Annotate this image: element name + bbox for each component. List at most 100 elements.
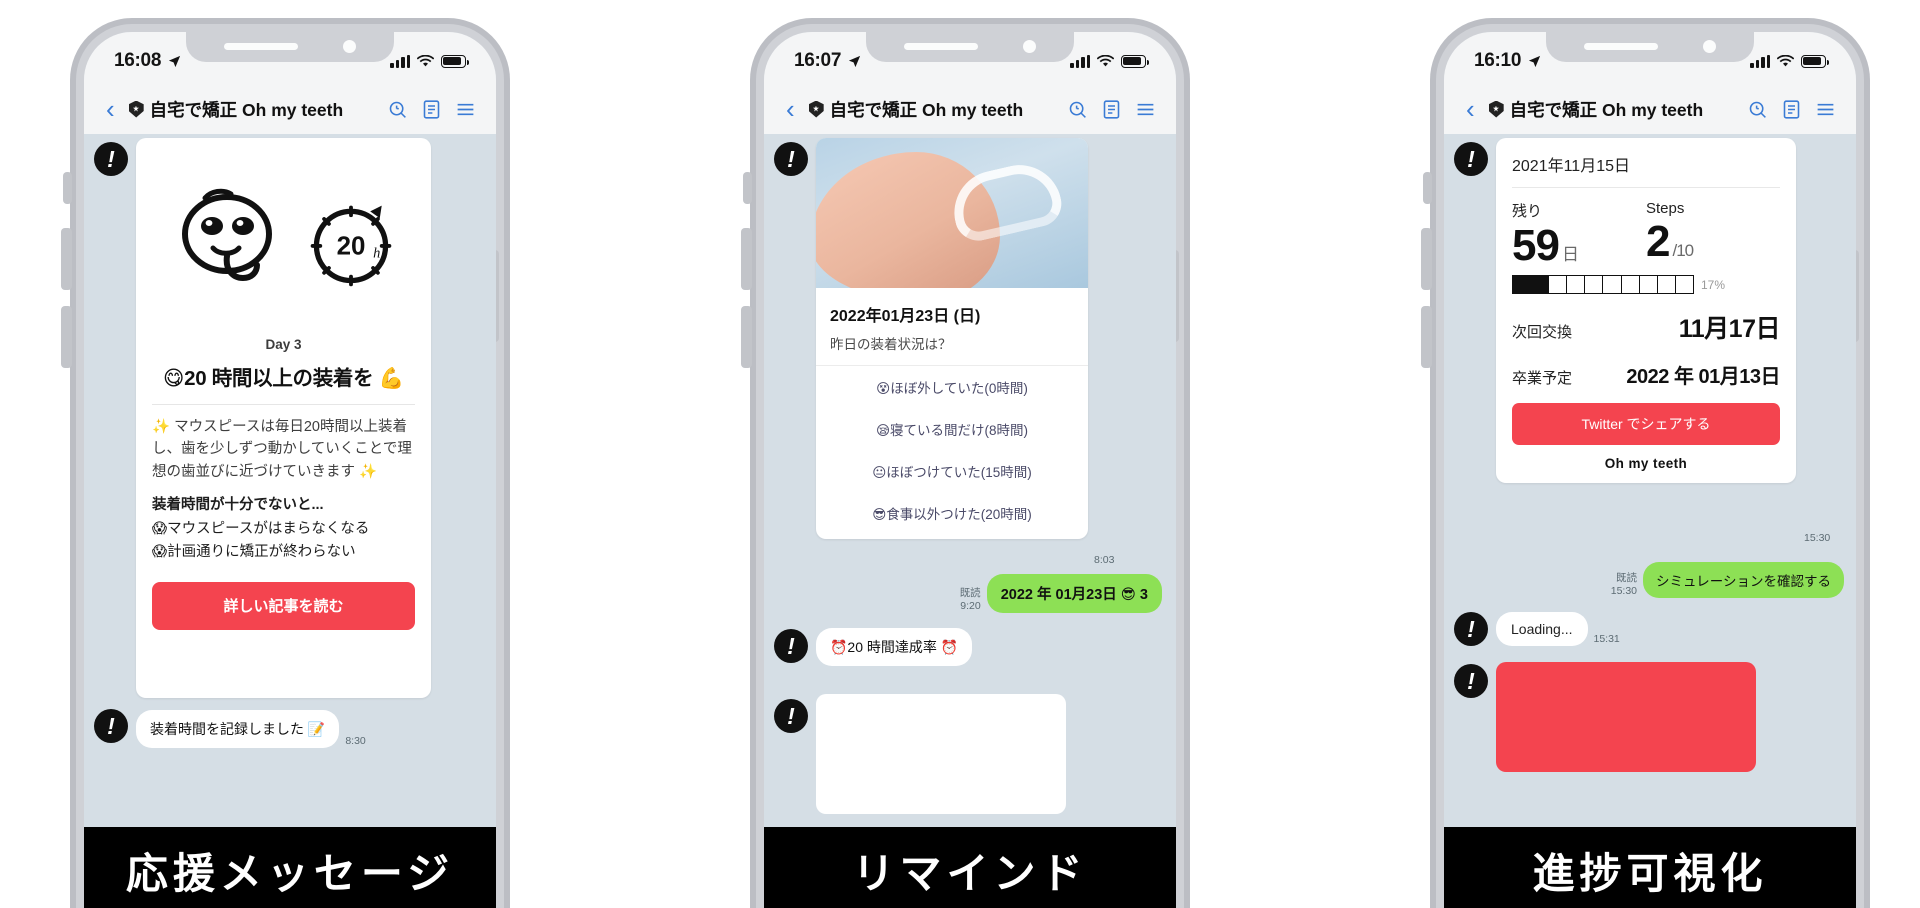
location-arrow-icon [1528,55,1541,67]
warn-item-1: 😱マウスピースがはまらなくなる [152,521,370,538]
chat-area: ! 2021年11月15日 残り 59 日 Steps 2 /10 17% 次回… [1444,134,1856,908]
progress-date: 2021年11月15日 [1512,152,1780,188]
volume-down-button[interactable] [741,306,752,368]
status-time: 16:08 [114,50,162,71]
sent-bubble[interactable]: 2022 年 01月23日 😎 3 [986,574,1162,613]
back-button[interactable]: ‹ [1460,96,1481,122]
wifi-icon [417,54,434,66]
nav-bar: ‹ 自宅で矯正 Oh my teeth [1444,84,1856,134]
next-card[interactable] [816,694,1066,814]
avatar: ! [1454,664,1488,698]
chat-area: ! 20 h Day 3 😋20 時間以上の装着を 💪 ✨ マウスピースは毎日2… [84,134,496,908]
survey-option-3[interactable]: 😐ほぼつけていた(15時間) [816,450,1088,492]
sent-meta: 既読 9:20 [960,587,981,613]
survey-card[interactable]: 2022年01月23日 (日) 昨日の装着状況は？ 😵ほぼ外していた(0時間) … [816,138,1088,539]
volume-down-button[interactable] [1421,306,1432,368]
chat-title: 自宅で矯正 Oh my teeth [128,97,379,122]
card-body: Day 3 😋20 時間以上の装着を 💪 ✨ マウスピースは毎日20時間以上装着… [136,337,431,630]
avatar: ! [774,699,808,733]
encouragement-card[interactable]: 20 h Day 3 😋20 時間以上の装着を 💪 ✨ マウスピースは毎日20時… [136,138,431,698]
simulation-bubble[interactable]: シミュレーションを確認する [1643,562,1844,598]
next-exchange-label: 次回交換 [1512,324,1573,342]
search-icon[interactable] [387,99,408,120]
loading-bubble-row: Loading... 15:31 [1496,612,1620,646]
volume-up-button[interactable] [1421,228,1432,290]
nav-icon-group [1067,99,1160,120]
back-button[interactable]: ‹ [780,96,801,122]
steps-value: 2 [1646,217,1671,266]
volume-up-button[interactable] [61,228,72,290]
note-icon[interactable] [1781,99,1802,120]
card-headline: 😋20 時間以上の装着を 💪 [152,361,415,405]
graduation-value: 2022 年 01月13日 [1626,366,1780,389]
volume-down-button[interactable] [61,306,72,368]
survey-option-2[interactable]: 😪寝ている間だけ(8時間) [816,408,1088,450]
notch [186,32,394,62]
battery-icon [1801,54,1829,68]
back-button[interactable]: ‹ [100,96,121,122]
read-receipt: 既読 [959,586,981,599]
phone-progress: 16:10 ‹ 自宅で矯正 Oh my teeth ! 2021年11月15日 … [1390,0,1890,908]
search-icon[interactable] [1067,99,1088,120]
caption-banner: 応援メッセージ [84,827,496,908]
status-indicators [1750,54,1830,68]
read-receipt: 既読 [1616,571,1638,584]
chat-title: 自宅で矯正 Oh my teeth [1488,97,1739,122]
location-arrow-icon [168,55,181,67]
survey-header: 2022年01月23日 (日) 昨日の装着状況は？ [816,288,1088,366]
avatar: ! [94,142,128,176]
next-exchange-row: 次回交換 11月17日 [1512,309,1781,345]
progress-card[interactable]: 2021年11月15日 残り 59 日 Steps 2/10 17% 次回交換 … [1496,138,1796,484]
warn-title: 装着時間が十分でないと... [152,497,324,514]
mute-switch[interactable] [743,172,752,204]
search-icon[interactable] [1747,99,1768,120]
clock-20h-icon: 20 h [310,205,391,286]
nav-icon-group [1747,99,1840,120]
menu-icon[interactable] [1135,99,1156,120]
card-illustration: 20 h [136,138,431,333]
status-time: 16:10 [1474,50,1522,71]
svg-text:20: 20 [336,232,365,260]
wifi-icon [1777,54,1794,66]
status-time-group: 16:07 [794,50,862,72]
chat-area: ! 2022年01月23日 (日) 昨日の装着状況は？ 😵ほぼ外していた(0時間… [764,134,1176,908]
progress-stats: 残り 59 日 Steps 2/10 [1512,200,1780,269]
sim-time: 15:30 [1610,584,1638,597]
status-time: 16:07 [794,50,842,71]
battery-icon [1121,54,1149,68]
graduation-row: 卒業予定 2022 年 01月13日 [1512,360,1780,389]
status-time-group: 16:08 [114,50,182,72]
aligner-photo [816,138,1088,288]
progress-card-time: 15:30 [1804,532,1831,544]
progress-bar-row: 17% [1512,275,1780,295]
next-red-card[interactable] [1496,662,1756,772]
remaining-col: 残り 59 日 [1512,200,1646,269]
note-icon[interactable] [1101,99,1122,120]
menu-icon[interactable] [1815,99,1836,120]
notch [1546,32,1754,62]
note-icon[interactable] [421,99,442,120]
mute-switch[interactable] [63,172,72,204]
sim-bubble-row: 既読 15:30 シミュレーションを確認する [1611,562,1844,598]
avatar: ! [774,142,808,176]
steps-col: Steps 2/10 [1646,200,1780,269]
progress-percent: 17% [1701,277,1726,292]
phone-screen: 16:08 ‹ 自宅で矯正 Oh my teeth ! 20 h Day 3 😋… [84,32,496,908]
phone-screen: 16:10 ‹ 自宅で矯正 Oh my teeth ! 2021年11月15日 … [1444,32,1856,908]
earpiece-speaker [224,43,298,50]
reminder-bubble[interactable]: ⏰20 時間達成率 ⏰ [816,628,973,666]
read-article-button[interactable]: 詳しい記事を読む [152,581,415,630]
mute-switch[interactable] [1423,172,1432,204]
menu-icon[interactable] [455,99,476,120]
phone-screen: 16:07 ‹ 自宅で矯正 Oh my teeth ! 2022年01月23日 … [764,32,1176,908]
twitter-share-button[interactable]: Twitter でシェアする [1512,403,1780,446]
chat-title-text: 自宅で矯正 Oh my teeth [829,99,1024,120]
record-bubble[interactable]: 装着時間を記録しました 📝 [136,710,340,748]
survey-option-1[interactable]: 😵ほぼ外していた(0時間) [816,366,1088,408]
volume-up-button[interactable] [741,228,752,290]
three-phone-mockup-stage: 16:08 ‹ 自宅で矯正 Oh my teeth ! 20 h Day 3 😋… [0,0,1920,908]
chat-title-text: 自宅で矯正 Oh my teeth [149,99,344,120]
phone-remind: 16:07 ‹ 自宅で矯正 Oh my teeth ! 2022年01月23日 … [710,0,1210,908]
survey-option-4[interactable]: 😎食事以外つけた(20時間) [816,492,1088,539]
nav-icon-group [387,99,480,120]
